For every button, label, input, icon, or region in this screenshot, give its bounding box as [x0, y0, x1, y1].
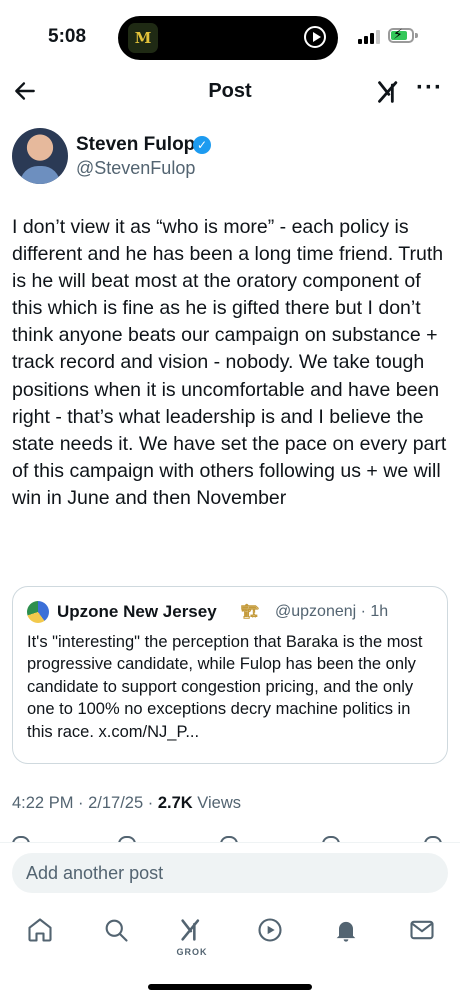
- play-icon[interactable]: [304, 26, 326, 48]
- add-post-input[interactable]: Add another post: [12, 853, 448, 893]
- author-name[interactable]: Steven Fulop: [76, 134, 195, 156]
- quoted-post[interactable]: Upzone New Jersey 🏗 @upzonenj · 1h It's …: [12, 586, 448, 764]
- search-icon[interactable]: [96, 916, 136, 956]
- compose-bar: Add another post: [0, 842, 460, 903]
- home-icon[interactable]: [20, 916, 60, 956]
- bottom-tab-bar: GROK: [0, 904, 460, 964]
- video-play-icon[interactable]: [250, 916, 290, 956]
- views-label: Views: [192, 794, 241, 812]
- construction-crane-icon: 🏗: [241, 603, 259, 619]
- grok-tab-label: GROK: [176, 947, 208, 957]
- cellular-signal-icon: [358, 30, 382, 44]
- view-count[interactable]: 2.7K: [158, 794, 193, 812]
- compose-placeholder: Add another post: [26, 863, 164, 883]
- author-handle[interactable]: @StevenFulop: [76, 158, 195, 179]
- notifications-bell-icon[interactable]: [326, 916, 366, 956]
- quote-text: It's "interesting" the perception that B…: [27, 633, 423, 741]
- post-meta: 4:22 PM · 2/17/25 · 2.7K Views: [12, 794, 241, 813]
- messages-envelope-icon[interactable]: [402, 916, 442, 956]
- status-time: 5:08: [48, 26, 87, 47]
- grok-tab[interactable]: GROK: [172, 916, 212, 957]
- dynamic-island[interactable]: M: [118, 16, 338, 60]
- quote-avatar: [27, 601, 49, 623]
- charging-bolt-icon: ⚡: [393, 26, 403, 42]
- battery-cap: [415, 33, 418, 38]
- app-thumbnail-icon: M: [128, 23, 158, 53]
- grok-icon[interactable]: [376, 78, 404, 113]
- grok-tab-icon: [181, 919, 200, 941]
- quote-author-name: Upzone New Jersey: [57, 602, 217, 621]
- post-header: Post ···: [0, 70, 460, 114]
- status-bar: 5:08 M ⚡: [0, 0, 460, 70]
- verified-badge-icon: ✓: [193, 136, 211, 154]
- quote-handle-time: @upzonenj · 1h: [275, 603, 389, 620]
- post-timestamp: 4:22 PM · 2/17/25 ·: [12, 794, 158, 812]
- home-indicator[interactable]: [148, 984, 312, 990]
- post-text: I don’t view it as “who is more” - each …: [12, 216, 447, 509]
- more-options-icon[interactable]: ···: [416, 74, 443, 102]
- avatar[interactable]: [12, 128, 68, 184]
